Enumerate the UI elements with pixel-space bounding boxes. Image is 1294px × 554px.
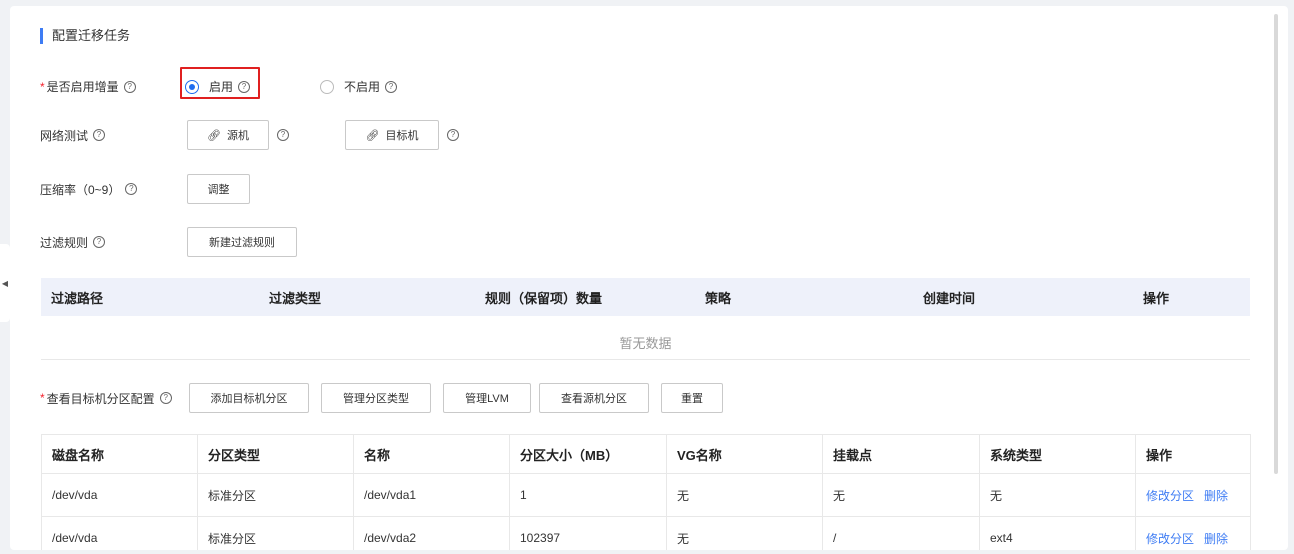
help-icon[interactable]: ? xyxy=(125,183,138,195)
add-target-partition-button[interactable]: 添加目标机分区 xyxy=(189,383,309,413)
help-icon[interactable]: ? xyxy=(447,129,459,141)
cell-mount: 无 xyxy=(822,473,980,517)
reset-button[interactable]: 重置 xyxy=(661,383,723,413)
test-source-button[interactable]: 🔗︎ 源机 xyxy=(187,120,269,150)
filter-rules-label-wrap: 过滤规则 ? xyxy=(40,234,187,251)
column-header: 挂载点 xyxy=(822,434,980,474)
test-source-label: 源机 xyxy=(226,130,249,142)
cell-disk: /dev/vda xyxy=(41,473,198,517)
column-header: 过滤路径 xyxy=(51,290,104,306)
required-mark: * xyxy=(40,79,45,94)
vertical-scrollbar[interactable] xyxy=(1274,14,1278,474)
column-header: 规则（保留项）数量 xyxy=(485,290,603,306)
cell-name: /dev/vda2 xyxy=(353,516,510,550)
partition-label: 查看目标机分区配置 xyxy=(46,391,155,406)
manage-lvm-button[interactable]: 管理LVM xyxy=(443,383,531,413)
partition-table: 磁盘名称 分区类型 名称 分区大小（MB） VG名称 挂载点 系统类型 操作 /… xyxy=(41,434,1251,550)
table-row: /dev/vda 标准分区 /dev/vda2 102397 无 / ext4 … xyxy=(41,516,1251,550)
column-header: 名称 xyxy=(353,434,510,474)
new-filter-rule-button[interactable]: 新建过滤规则 xyxy=(187,227,297,257)
cell-fs: ext4 xyxy=(979,516,1136,550)
column-header: 创建时间 xyxy=(923,290,976,306)
cell-mount: / xyxy=(822,516,980,550)
link-icon: 🔗︎ xyxy=(365,129,380,142)
help-icon[interactable]: ? xyxy=(277,129,289,141)
table-header-row: 磁盘名称 分区类型 名称 分区大小（MB） VG名称 挂载点 系统类型 操作 xyxy=(41,434,1251,474)
column-header: 系统类型 xyxy=(979,434,1136,474)
manage-partition-types-button[interactable]: 管理分区类型 xyxy=(321,383,431,413)
cell-size: 1 xyxy=(509,473,667,517)
cell-type: 标准分区 xyxy=(197,516,354,550)
test-target-label: 目标机 xyxy=(385,130,419,142)
radio-unchecked-icon[interactable] xyxy=(320,79,335,94)
delete-link[interactable]: 删除 xyxy=(1204,489,1228,503)
table-row: /dev/vda 标准分区 /dev/vda1 1 无 无 无 修改分区 删除 xyxy=(41,473,1251,517)
main-card: 配置迁移任务 * 是否启用增量 ? 启用 ? 不启用 ? 网络测试 ? 🔗︎ 源… xyxy=(10,6,1288,550)
cell-actions: 修改分区 删除 xyxy=(1135,473,1251,517)
column-header: 分区大小（MB） xyxy=(509,434,667,474)
filter-rules-row: 过滤规则 ? 新建过滤规则 xyxy=(40,227,297,257)
cell-name: /dev/vda1 xyxy=(353,473,510,517)
cell-fs: 无 xyxy=(979,473,1136,517)
required-mark: * xyxy=(40,391,45,405)
adjust-button[interactable]: 调整 xyxy=(187,174,250,204)
incremental-label: 是否启用增量 xyxy=(46,80,119,94)
highlight-annotation xyxy=(180,67,260,99)
filter-table-header: 过滤路径 过滤类型 规则（保留项）数量 策略 创建时间 操作 xyxy=(41,278,1250,316)
view-source-partition-button[interactable]: 查看源机分区 xyxy=(539,383,649,413)
edit-partition-link[interactable]: 修改分区 xyxy=(1146,532,1194,546)
cell-vg: 无 xyxy=(666,516,823,550)
partition-row: * 查看目标机分区配置 ? 添加目标机分区 管理分区类型 管理LVM 查看源机分… xyxy=(40,383,723,413)
column-header: 磁盘名称 xyxy=(41,434,198,474)
network-test-label-wrap: 网络测试 ? xyxy=(40,127,187,144)
help-icon[interactable]: ? xyxy=(123,80,136,93)
column-header: VG名称 xyxy=(666,434,823,474)
partition-label-wrap: * 查看目标机分区配置 ? xyxy=(40,390,189,407)
empty-state-text: 暂无数据 xyxy=(41,326,1250,360)
test-target-button[interactable]: 🔗︎ 目标机 xyxy=(345,120,439,150)
cell-size: 102397 xyxy=(509,516,667,550)
help-icon[interactable]: ? xyxy=(93,129,106,141)
radio-disable-label: 不启用 xyxy=(344,80,381,94)
column-header: 分区类型 xyxy=(197,434,354,474)
column-header: 过滤类型 xyxy=(269,290,322,306)
network-test-row: 网络测试 ? 🔗︎ 源机 ? 🔗︎ 目标机 ? xyxy=(40,120,459,150)
caret-left-icon: ◀ xyxy=(1,278,9,288)
network-test-label: 网络测试 xyxy=(40,128,89,143)
cell-vg: 无 xyxy=(666,473,823,517)
compression-label-wrap: 压缩率（0~9） ? xyxy=(40,181,187,198)
edit-partition-link[interactable]: 修改分区 xyxy=(1146,489,1194,503)
cell-type: 标准分区 xyxy=(197,473,354,517)
column-header: 操作 xyxy=(1143,290,1170,306)
filter-rules-label: 过滤规则 xyxy=(40,235,89,250)
delete-link[interactable]: 删除 xyxy=(1204,532,1228,546)
help-icon[interactable]: ? xyxy=(93,236,106,248)
compression-label: 压缩率（0~9） xyxy=(40,182,121,197)
incremental-label-wrap: * 是否启用增量 ? xyxy=(40,78,181,95)
column-header: 策略 xyxy=(705,290,732,306)
help-icon[interactable]: ? xyxy=(159,392,172,404)
sidebar-collapse-handle[interactable]: ◀ xyxy=(0,244,10,322)
help-icon[interactable]: ? xyxy=(385,80,398,93)
compression-row: 压缩率（0~9） ? 调整 xyxy=(40,174,250,204)
section-title: 配置迁移任务 xyxy=(40,28,130,44)
cell-disk: /dev/vda xyxy=(41,516,198,550)
column-header: 操作 xyxy=(1135,434,1251,474)
cell-actions: 修改分区 删除 xyxy=(1135,516,1251,550)
radio-disable[interactable]: 不启用 ? xyxy=(320,78,398,95)
link-icon: 🔗︎ xyxy=(207,129,221,142)
